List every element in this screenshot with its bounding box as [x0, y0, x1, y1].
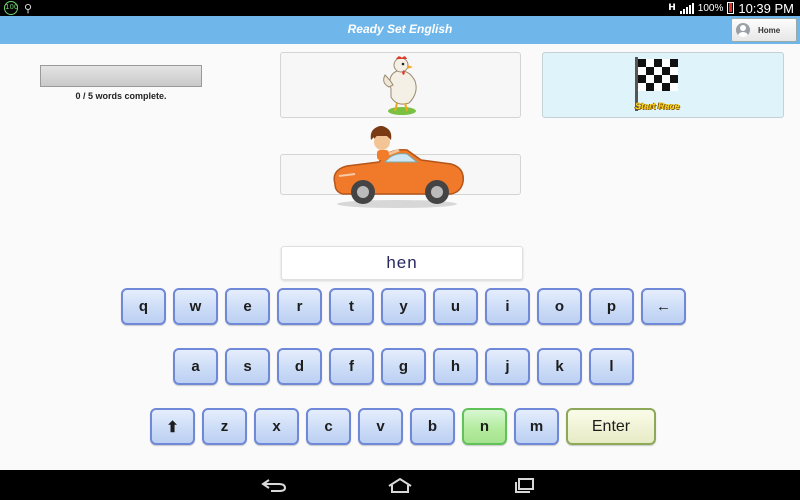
home-button[interactable]: Home: [731, 18, 797, 42]
recent-apps-icon[interactable]: [507, 473, 543, 497]
home-outline-icon[interactable]: [382, 473, 418, 497]
key-j[interactable]: j: [485, 348, 530, 385]
app-root: 100 ⚲ H 100% 10:39 PM Ready Set English …: [0, 0, 800, 500]
key-o[interactable]: o: [537, 288, 582, 325]
key-g[interactable]: g: [381, 348, 426, 385]
finish-tile[interactable]: Start Race: [542, 52, 784, 118]
key-t[interactable]: t: [329, 288, 374, 325]
key-v[interactable]: v: [358, 408, 403, 445]
key-w[interactable]: w: [173, 288, 218, 325]
battery-icon: [727, 2, 735, 14]
key-b[interactable]: b: [410, 408, 455, 445]
key-a[interactable]: a: [173, 348, 218, 385]
app-title: Ready Set English: [347, 22, 453, 36]
key-u[interactable]: u: [433, 288, 478, 325]
status-right: H 100% 10:39 PM: [668, 0, 794, 16]
key-h[interactable]: h: [433, 348, 478, 385]
key-s[interactable]: s: [225, 348, 270, 385]
usb-icon: ⚲: [24, 1, 33, 15]
key-p[interactable]: p: [589, 288, 634, 325]
key-z[interactable]: z: [202, 408, 247, 445]
key-y[interactable]: y: [381, 288, 426, 325]
key-q[interactable]: q: [121, 288, 166, 325]
key-c[interactable]: c: [306, 408, 351, 445]
title-bar: Ready Set English Home: [0, 16, 800, 44]
answer-display: hen: [281, 246, 523, 280]
key-m[interactable]: m: [514, 408, 559, 445]
key-d[interactable]: d: [277, 348, 322, 385]
status-clock: 10:39 PM: [738, 0, 794, 16]
shift-key[interactable]: ⬆: [150, 408, 195, 445]
key-l[interactable]: l: [589, 348, 634, 385]
progress-label: 0 / 5 words complete.: [75, 91, 167, 101]
key-r[interactable]: r: [277, 288, 322, 325]
key-f[interactable]: f: [329, 348, 374, 385]
race-car-icon: [333, 126, 464, 208]
key-i[interactable]: i: [485, 288, 530, 325]
signal-icon: [679, 2, 694, 14]
status-left: 100 ⚲: [4, 1, 32, 15]
network-type-label: H: [668, 3, 676, 13]
hen-icon: [383, 56, 417, 115]
battery-saver-icon: 100: [4, 1, 18, 15]
start-race-label: Start Race: [635, 101, 680, 111]
navigation-bar: [0, 470, 800, 500]
key-e[interactable]: e: [225, 288, 270, 325]
status-bar: 100 ⚲ H 100% 10:39 PM: [0, 0, 800, 16]
word-tile-hen[interactable]: [280, 52, 521, 118]
home-button-label: Home: [758, 25, 781, 35]
backspace-key[interactable]: ←: [641, 288, 686, 325]
key-x[interactable]: x: [254, 408, 299, 445]
progress-bar: [40, 65, 202, 87]
key-k[interactable]: k: [537, 348, 582, 385]
enter-key[interactable]: Enter: [566, 408, 656, 445]
key-n[interactable]: n: [462, 408, 507, 445]
back-arrow-icon[interactable]: [256, 473, 292, 497]
battery-percent: 100%: [697, 2, 724, 14]
user-icon: [736, 23, 750, 37]
